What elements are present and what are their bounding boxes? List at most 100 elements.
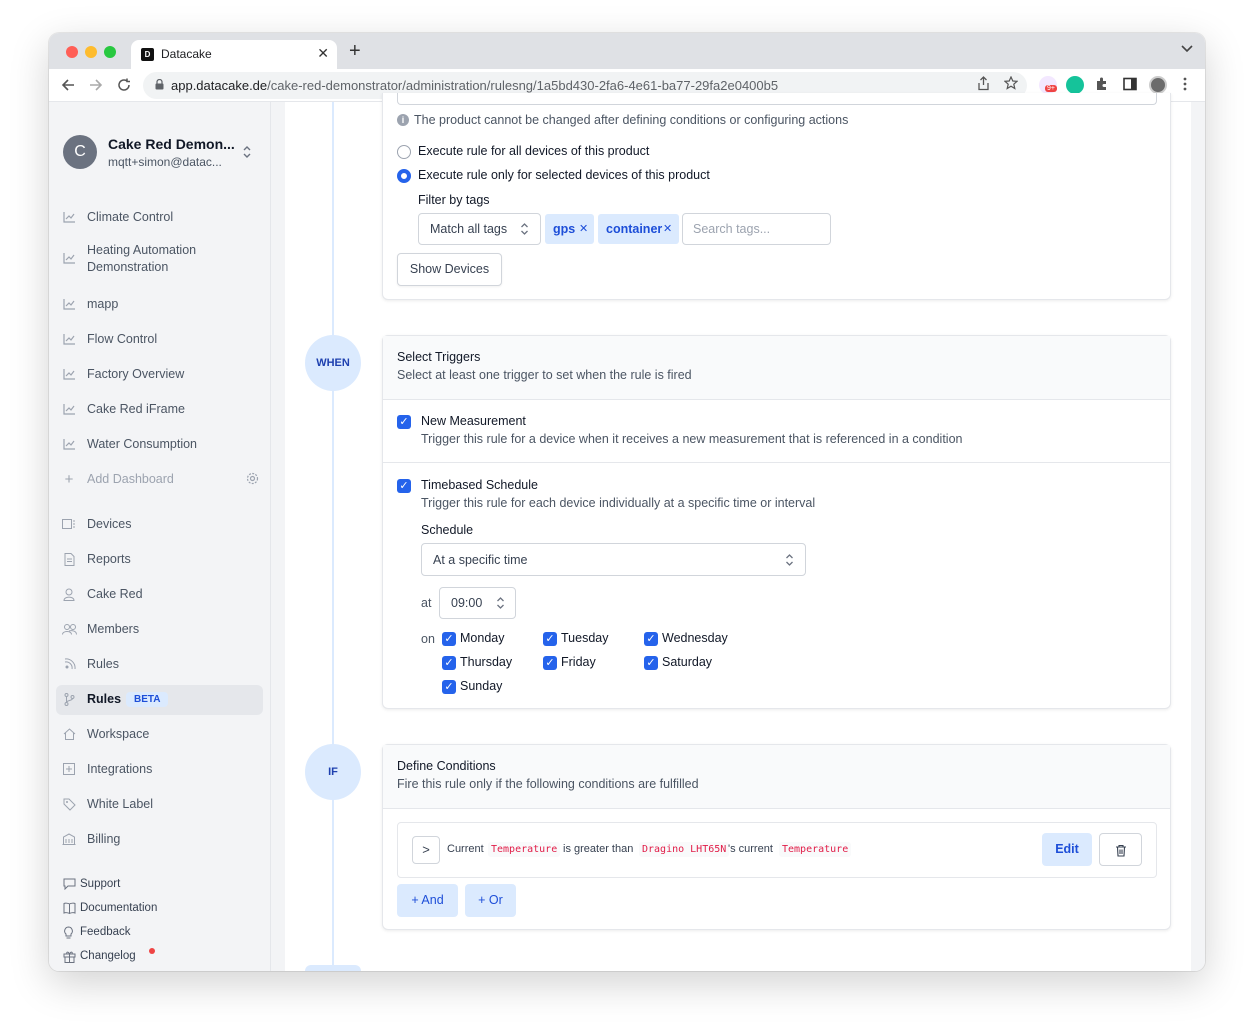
- browser-menu-icon[interactable]: [1177, 76, 1195, 94]
- back-icon[interactable]: [61, 75, 75, 97]
- add-or-condition-button[interactable]: + Or: [465, 884, 516, 917]
- day-label-friday: Friday: [561, 655, 596, 669]
- extension-badge-count: 9+: [1045, 85, 1057, 92]
- sidebar-item-rules-beta[interactable]: Rules BETA: [56, 685, 263, 715]
- match-mode-select[interactable]: Match all tags: [418, 213, 541, 245]
- chart-line-icon: [62, 252, 76, 266]
- then-step-badge: [305, 965, 361, 971]
- on-label: on: [421, 632, 435, 646]
- tab-search-icon[interactable]: [1181, 44, 1193, 56]
- timebased-schedule-title: Timebased Schedule: [421, 478, 538, 492]
- timebased-schedule-checkbox[interactable]: ✓: [397, 479, 411, 493]
- product-locked-info: The product cannot be changed after defi…: [414, 113, 849, 127]
- day-checkbox-sunday[interactable]: ✓: [442, 680, 456, 694]
- sidebar-item-label: Cake Red iFrame: [87, 402, 185, 416]
- day-label-sunday: Sunday: [460, 679, 503, 693]
- sidebar-item-devices[interactable]: Devices: [56, 510, 263, 540]
- at-label: at: [421, 596, 432, 610]
- sidebar-item-heating-automation[interactable]: Heating Automation Demonstration: [56, 240, 263, 278]
- product-card: i The product cannot be changed after de…: [382, 93, 1171, 300]
- tag-chip-label: container: [606, 222, 663, 236]
- new-tab-button[interactable]: +: [349, 41, 361, 61]
- time-stepper-icon[interactable]: [496, 595, 505, 612]
- sidebar-item-climate-control[interactable]: Climate Control: [56, 203, 263, 233]
- browser-tab[interactable]: D Datacake ✕: [131, 40, 337, 69]
- tag-search-input[interactable]: Search tags...: [682, 213, 831, 245]
- forward-icon[interactable]: [89, 75, 103, 97]
- sidebar-item-cake-red[interactable]: Cake Red: [56, 580, 263, 610]
- trash-icon: [1115, 844, 1126, 857]
- day-checkbox-wednesday[interactable]: ✓: [644, 632, 658, 646]
- workspace-switcher-icon[interactable]: [242, 144, 252, 162]
- condition-operator-toggle[interactable]: >: [412, 836, 440, 864]
- gear-icon[interactable]: [246, 472, 259, 488]
- radio-all-devices-label[interactable]: Execute rule for all devices of this pro…: [418, 144, 649, 158]
- condition-edit-button[interactable]: Edit: [1042, 833, 1092, 866]
- day-checkbox-friday[interactable]: ✓: [543, 656, 557, 670]
- reload-icon[interactable]: [117, 75, 131, 97]
- workspace-name[interactable]: Cake Red Demon...: [108, 136, 235, 152]
- triggers-card: Select Triggers Select at least one trig…: [382, 335, 1171, 709]
- workspace-avatar[interactable]: C: [63, 135, 97, 169]
- sidebar-item-water-consumption[interactable]: Water Consumption: [56, 430, 263, 460]
- info-icon: i: [397, 114, 409, 126]
- condition-comparator-text: is greater than: [563, 843, 634, 855]
- extension-badge-icon[interactable]: 9+: [1039, 76, 1057, 94]
- radio-selected-devices[interactable]: [397, 169, 411, 183]
- sidebar-item-workspace[interactable]: Workspace: [56, 720, 263, 750]
- grammarly-icon[interactable]: [1066, 76, 1084, 94]
- sidebar-item-label: Members: [87, 622, 140, 636]
- sidebar-item-cake-red-iframe[interactable]: Cake Red iFrame: [56, 395, 263, 425]
- day-checkbox-saturday[interactable]: ✓: [644, 656, 658, 670]
- product-select-bottom-edge: [397, 93, 1157, 105]
- content-left-gutter: [271, 102, 285, 971]
- day-checkbox-monday[interactable]: ✓: [442, 632, 456, 646]
- workspace-user: mqtt+simon@datac...: [108, 155, 222, 169]
- minimize-window-button[interactable]: [85, 46, 97, 58]
- radio-all-devices[interactable]: [397, 145, 411, 159]
- chart-line-icon: [62, 438, 76, 452]
- sidebar-item-members[interactable]: Members: [56, 615, 263, 645]
- building-icon: [62, 833, 76, 847]
- document-icon: [62, 553, 76, 567]
- sidebar-item-label: White Label: [87, 797, 154, 811]
- bookmark-star-icon[interactable]: [1003, 75, 1019, 94]
- sidebar-item-integrations[interactable]: Integrations: [56, 755, 263, 785]
- day-checkbox-thursday[interactable]: ✓: [442, 656, 456, 670]
- day-label-tuesday: Tuesday: [561, 631, 609, 645]
- tag-remove-icon[interactable]: ✕: [579, 222, 588, 235]
- day-label-thursday: Thursday: [460, 655, 513, 669]
- sidebar-item-factory-overview[interactable]: Factory Overview: [56, 360, 263, 390]
- sidebar-item-white-label[interactable]: White Label: [56, 790, 263, 820]
- profile-avatar[interactable]: [1149, 76, 1167, 94]
- extensions-puzzle-icon[interactable]: [1094, 76, 1112, 94]
- changelog-unread-dot: [149, 948, 155, 954]
- radio-selected-devices-label[interactable]: Execute rule only for selected devices o…: [418, 168, 710, 182]
- plus-square-icon: [62, 763, 76, 777]
- sidebar-item-flow-control[interactable]: Flow Control: [56, 325, 263, 355]
- triggers-title: Select Triggers: [397, 350, 481, 364]
- add-dashboard-button[interactable]: + Add Dashboard: [56, 465, 263, 495]
- condition-delete-button[interactable]: [1099, 833, 1142, 866]
- day-checkbox-tuesday[interactable]: ✓: [543, 632, 557, 646]
- side-panel-icon[interactable]: [1122, 76, 1140, 94]
- tag-chip-container: container ✕: [598, 214, 679, 244]
- if-step-badge: IF: [305, 744, 361, 800]
- scrollbar-track[interactable]: [1191, 102, 1205, 971]
- time-input[interactable]: 09:00: [439, 587, 516, 619]
- sidebar-item-mapp[interactable]: mapp: [56, 290, 263, 320]
- schedule-select[interactable]: At a specific time: [421, 543, 806, 576]
- sidebar-item-reports[interactable]: Reports: [56, 545, 263, 575]
- sidebar-item-rules[interactable]: Rules: [56, 650, 263, 680]
- maximize-window-button[interactable]: [104, 46, 116, 58]
- close-window-button[interactable]: [66, 46, 78, 58]
- conditions-card: Define Conditions Fire this rule only if…: [382, 744, 1171, 930]
- show-devices-button[interactable]: Show Devices: [397, 253, 502, 286]
- tag-remove-icon[interactable]: ✕: [663, 222, 672, 235]
- plus-icon: +: [64, 471, 74, 488]
- tab-close-icon[interactable]: ✕: [317, 45, 329, 62]
- add-and-condition-button[interactable]: + And: [397, 884, 458, 917]
- new-measurement-checkbox[interactable]: ✓: [397, 415, 411, 429]
- sidebar-item-billing[interactable]: Billing: [56, 825, 263, 855]
- condition-possessive-text: 's current: [728, 843, 773, 855]
